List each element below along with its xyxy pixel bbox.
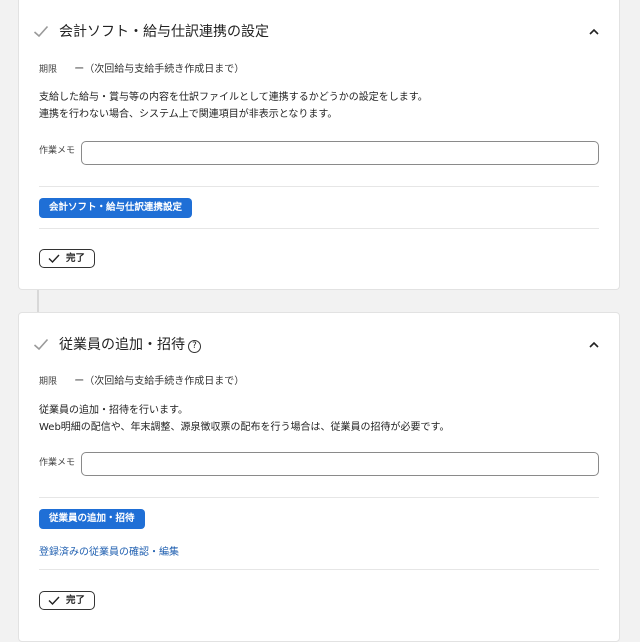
check-icon — [48, 254, 60, 263]
task-title-text: 従業員の追加・招待 — [59, 337, 185, 353]
task-card-employee-invite: 従業員の追加・招待? 期限 ー（次回給与支給手続き作成日まで） 従業員の追加・招… — [18, 312, 620, 642]
memo-input[interactable] — [81, 141, 599, 165]
task-title: 従業員の追加・招待? — [59, 335, 201, 355]
deadline-value: ー（次回給与支給手続き作成日まで） — [74, 376, 245, 387]
task-card-header[interactable]: 従業員の追加・招待? — [33, 335, 605, 357]
description-line: 従業員の追加・招待を行います。 — [39, 405, 188, 416]
check-icon — [33, 25, 49, 38]
divider — [39, 497, 599, 498]
complete-button-label: 完了 — [66, 253, 86, 264]
memo-label: 作業メモ — [39, 146, 76, 156]
chevron-up-icon[interactable] — [589, 28, 599, 35]
deadline-value: ー（次回給与支給手続き作成日まで） — [74, 64, 245, 75]
memo-label: 作業メモ — [39, 458, 76, 468]
memo-input[interactable] — [81, 452, 599, 476]
deadline-label: 期限 — [39, 377, 58, 387]
description-line: Web明細の配信や、年末調整、源泉徴収票の配布を行う場合は、従業員の招待が必要で… — [39, 422, 450, 433]
check-icon — [33, 338, 49, 351]
accounting-integration-settings-button[interactable]: 会計ソフト・給与仕訳連携設定 — [39, 198, 193, 218]
deadline-row: 期限 ー（次回給与支給手続き作成日まで） — [39, 375, 244, 389]
divider — [39, 228, 599, 229]
description-line: 支給した給与・賞与等の内容を仕訳ファイルとして連携するかどうかの設定をします。 — [39, 92, 428, 103]
help-icon[interactable]: ? — [188, 340, 201, 353]
task-card-accounting-integration: 会計ソフト・給与仕訳連携の設定 期限 ー（次回給与支給手続き作成日まで） 支給し… — [18, 0, 620, 290]
task-description: 支給した給与・賞与等の内容を仕訳ファイルとして連携するかどうかの設定をします。 … — [39, 89, 428, 123]
deadline-label: 期限 — [39, 65, 58, 75]
check-icon — [48, 596, 60, 605]
registered-employees-link[interactable]: 登録済みの従業員の確認・編集 — [39, 543, 179, 558]
divider — [39, 186, 599, 187]
task-card-header[interactable]: 会計ソフト・給与仕訳連携の設定 — [33, 22, 605, 44]
add-invite-employee-button[interactable]: 従業員の追加・招待 — [39, 509, 145, 529]
complete-button[interactable]: 完了 — [39, 249, 95, 268]
complete-button[interactable]: 完了 — [39, 591, 95, 610]
complete-button-label: 完了 — [66, 595, 86, 606]
chevron-up-icon[interactable] — [589, 341, 599, 348]
task-description: 従業員の追加・招待を行います。 Web明細の配信や、年末調整、源泉徴収票の配布を… — [39, 402, 450, 436]
deadline-row: 期限 ー（次回給与支給手続き作成日まで） — [39, 63, 244, 77]
divider — [39, 569, 599, 570]
task-title: 会計ソフト・給与仕訳連携の設定 — [59, 24, 269, 40]
description-line: 連携を行わない場合、システム上で関連項目が非表示となります。 — [39, 109, 338, 120]
section-connector-line — [37, 290, 39, 312]
